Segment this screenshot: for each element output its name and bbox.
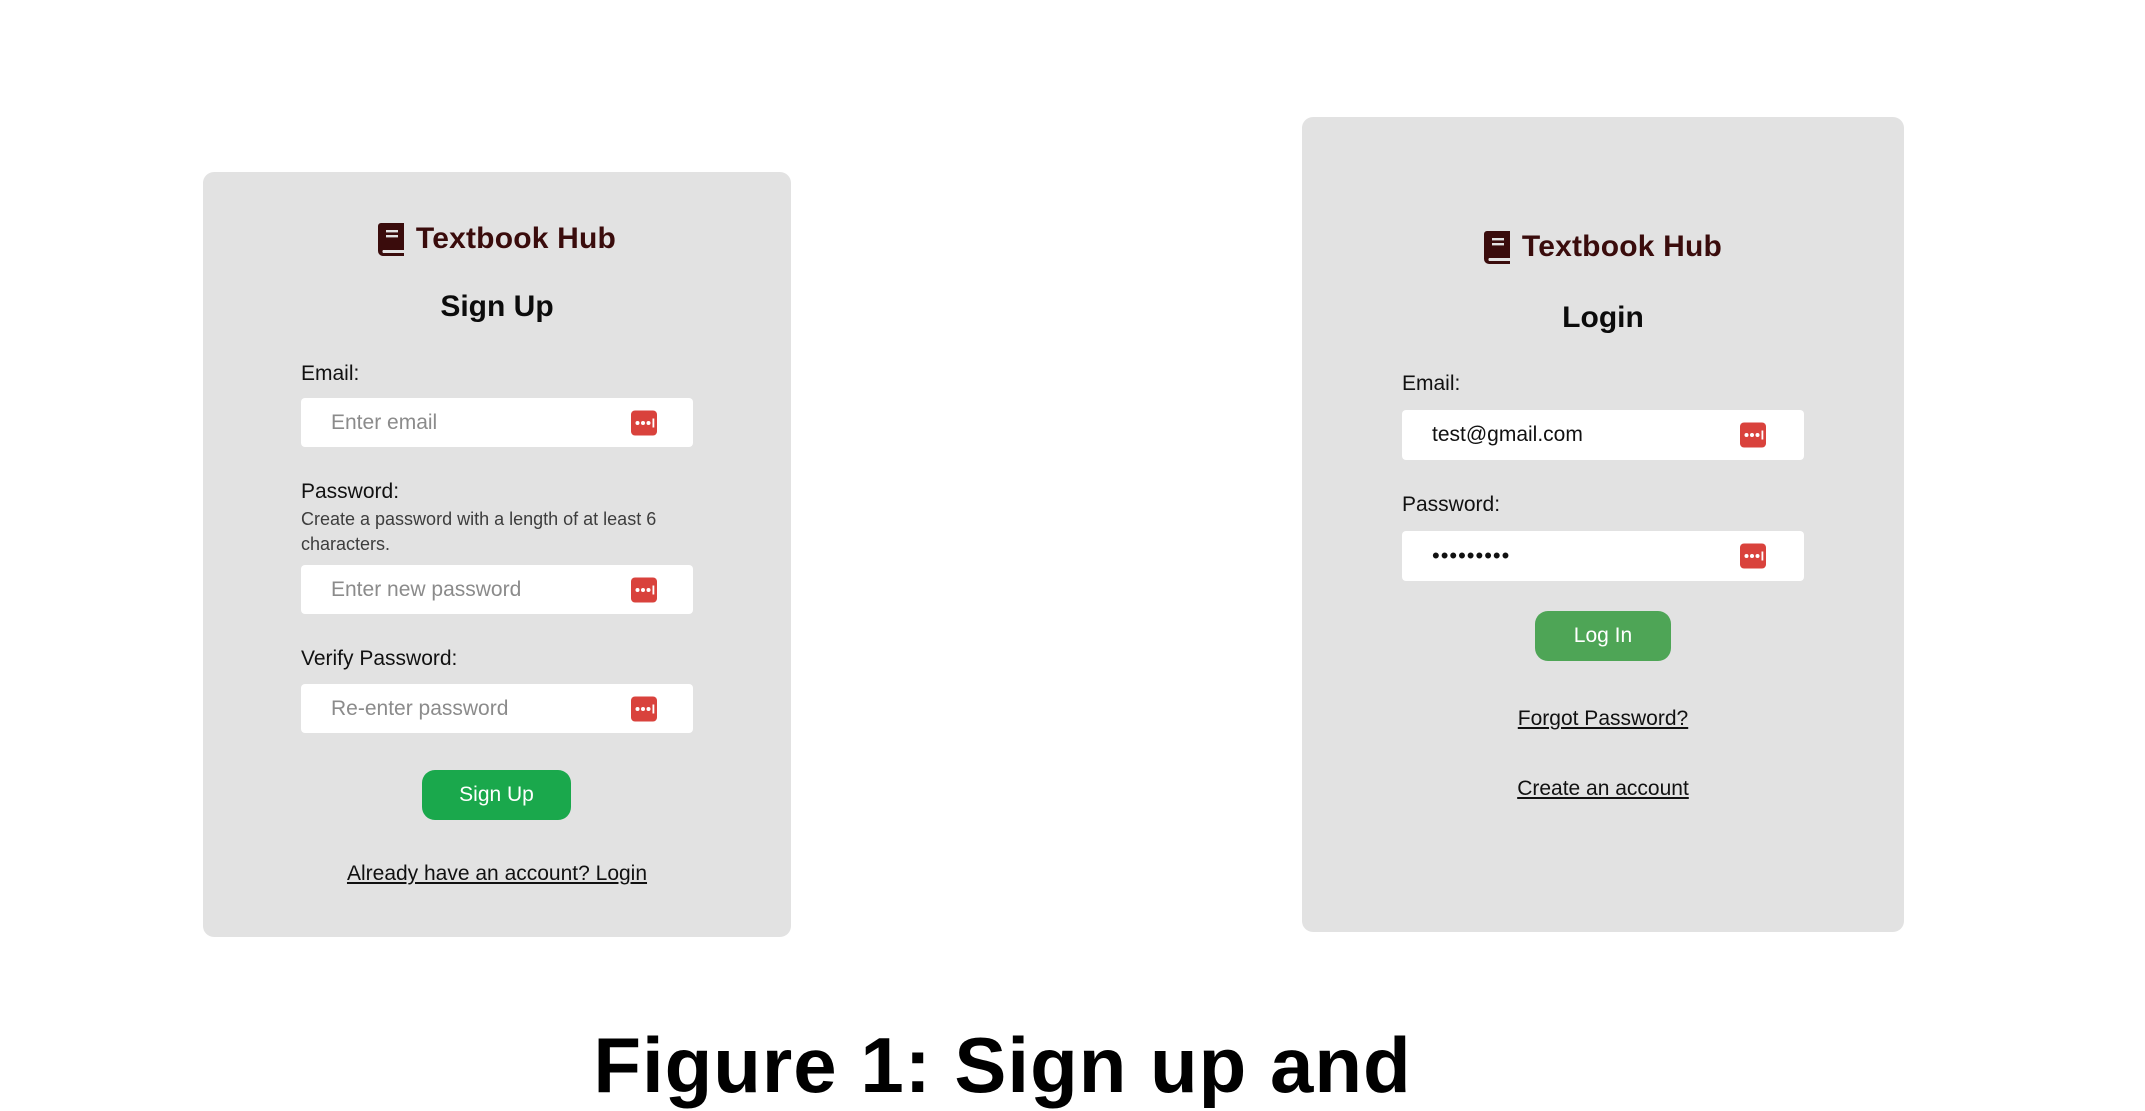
signup-card: Textbook Hub Sign Up Email: Enter email … [203, 172, 791, 937]
book-icon [378, 223, 404, 256]
password-manager-icon[interactable] [1740, 544, 1766, 569]
password-manager-icon[interactable] [1740, 423, 1766, 448]
password-label: Password: [301, 480, 400, 503]
password-manager-icon[interactable] [631, 577, 657, 602]
email-placeholder: Enter email [331, 410, 438, 434]
password-label: Password: [1402, 493, 1501, 516]
login-email-input[interactable]: test@gmail.com [1402, 410, 1804, 460]
signup-password-input[interactable]: Enter new password [301, 565, 693, 614]
email-label: Email: [1402, 372, 1461, 395]
password-placeholder: Enter new password [331, 577, 522, 601]
password-manager-icon[interactable] [631, 410, 657, 435]
verify-password-label: Verify Password: [301, 647, 458, 670]
login-brand: Textbook Hub [1302, 230, 1904, 264]
email-label: Email: [301, 362, 360, 385]
create-account-link[interactable]: Create an account [1302, 777, 1904, 801]
verify-password-placeholder: Re-enter password [331, 696, 509, 720]
signup-verify-password-input[interactable]: Re-enter password [301, 684, 693, 733]
email-value: test@gmail.com [1432, 423, 1583, 446]
login-password-input[interactable]: ••••••••• [1402, 531, 1804, 581]
book-icon [1484, 231, 1510, 264]
signup-email-input[interactable]: Enter email [301, 398, 693, 447]
login-heading: Login [1562, 301, 1644, 334]
signup-brand: Textbook Hub [203, 222, 791, 256]
signup-heading: Sign Up [440, 290, 554, 323]
figure-caption: Figure 1: Sign up and [593, 1021, 1412, 1109]
password-manager-icon[interactable] [631, 696, 657, 721]
password-value: ••••••••• [1432, 543, 1511, 568]
forgot-password-link[interactable]: Forgot Password? [1302, 707, 1904, 731]
brand-name: Textbook Hub [415, 222, 617, 255]
sign-up-button[interactable]: Sign Up [422, 770, 571, 820]
login-link[interactable]: Already have an account? Login [203, 862, 791, 886]
password-hint: Create a password with a length of at le… [301, 509, 657, 554]
login-card: Textbook Hub Login Email: test@gmail.com… [1302, 117, 1904, 932]
brand-name: Textbook Hub [1521, 230, 1723, 263]
log-in-button[interactable]: Log In [1535, 611, 1671, 661]
